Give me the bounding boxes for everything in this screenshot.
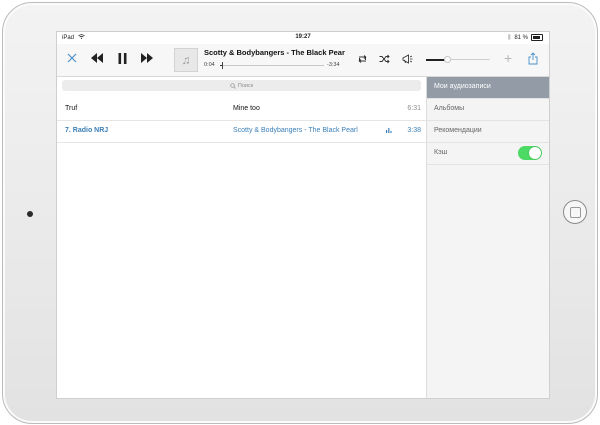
search-placeholder: Поиск xyxy=(237,82,254,89)
progress-slider[interactable] xyxy=(220,62,324,69)
track-title: Scotty & Bodybangers - The Black Pearl xyxy=(233,127,358,134)
status-time: 19:27 xyxy=(295,34,311,40)
rewind-icon[interactable] xyxy=(91,53,104,63)
plus-icon[interactable]: + xyxy=(504,51,512,65)
repeat-icon[interactable] xyxy=(356,53,368,65)
bluetooth-icon: ᛒ xyxy=(507,34,512,41)
music-note-icon: ♫ xyxy=(181,53,191,67)
table-row[interactable]: 7. Radio NRJ Scotty & Bodybangers - The … xyxy=(57,121,426,143)
shuffle-icon[interactable] xyxy=(378,53,390,65)
track-artist: Truf xyxy=(65,105,78,112)
sidebar: Мои аудиозаписи Альбомы Рекомендации Кэш xyxy=(426,77,549,398)
home-button[interactable] xyxy=(563,200,587,224)
share-icon[interactable] xyxy=(527,51,539,64)
track-list: Truf Mine too 6:31 7. Radio NRJ Scotty &… xyxy=(57,99,426,143)
broadcast-icon[interactable] xyxy=(401,53,413,65)
search-icon xyxy=(230,82,236,89)
volume-slider[interactable] xyxy=(426,56,490,63)
status-right: ᛒ 81 % xyxy=(508,34,543,41)
elapsed-time: 0:04 xyxy=(204,62,215,68)
equalizer-icon xyxy=(386,128,392,133)
status-bar: iPad 19:27 ᛒ 81 % xyxy=(57,32,549,44)
close-icon[interactable] xyxy=(65,51,79,65)
now-playing-title: Scotty & Bodybangers - The Black Pear xyxy=(204,48,345,57)
battery-percent: 81 % xyxy=(514,34,528,41)
track-title: Mine too xyxy=(233,105,260,112)
table-row[interactable]: Truf Mine too 6:31 xyxy=(57,99,426,121)
screen: iPad 19:27 ᛒ 81 % ♫ Scotty & Bodybangers… xyxy=(56,31,550,399)
track-duration: 6:31 xyxy=(407,105,421,112)
track-duration: 3:38 xyxy=(407,127,421,134)
sidebar-item-label: Кэш xyxy=(434,149,448,156)
sidebar-item-label: Мои аудиозаписи xyxy=(434,83,491,90)
artwork-placeholder: ♫ xyxy=(174,48,198,72)
progress-knob[interactable] xyxy=(222,62,224,69)
player-bar: ♫ Scotty & Bodybangers - The Black Pear … xyxy=(57,44,549,77)
search-bar[interactable]: Поиск xyxy=(62,80,421,91)
remaining-time: -3:34 xyxy=(327,62,340,68)
camera xyxy=(27,211,33,217)
fast-forward-icon[interactable] xyxy=(141,53,154,63)
battery-icon xyxy=(531,34,543,41)
track-panel: Поиск Truf Mine too 6:31 7. Radio NRJ Sc… xyxy=(57,77,426,398)
pause-icon[interactable] xyxy=(118,53,127,64)
sidebar-item-label: Рекомендации xyxy=(434,127,482,134)
track-artist: 7. Radio NRJ xyxy=(65,127,109,134)
ipad-frame: iPad 19:27 ᛒ 81 % ♫ Scotty & Bodybangers… xyxy=(2,2,598,424)
sidebar-item-my-audio[interactable]: Мои аудиозаписи xyxy=(427,77,549,99)
sidebar-item-albums[interactable]: Альбомы xyxy=(427,99,549,121)
sidebar-item-cache: Кэш xyxy=(427,143,549,165)
sidebar-item-label: Альбомы xyxy=(434,105,465,112)
volume-knob[interactable] xyxy=(443,56,451,63)
sidebar-item-recommendations[interactable]: Рекомендации xyxy=(427,121,549,143)
cache-toggle[interactable] xyxy=(518,146,542,160)
